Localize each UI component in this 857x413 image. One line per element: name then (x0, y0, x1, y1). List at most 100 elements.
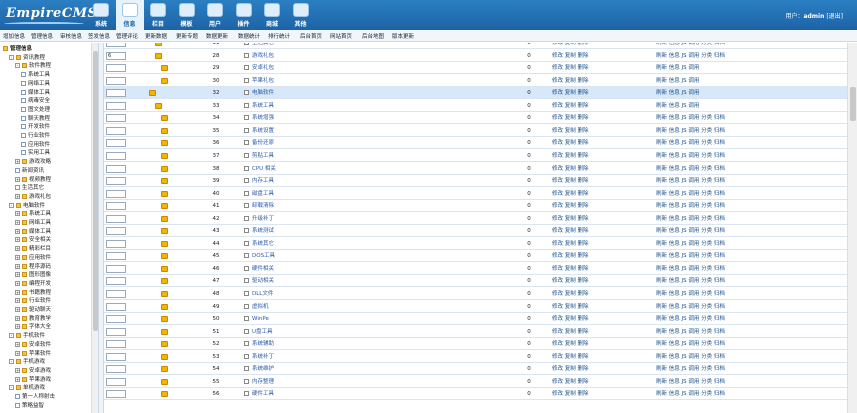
order-input[interactable] (106, 290, 126, 298)
sidebar-scroll-thumb[interactable] (93, 51, 98, 331)
category-name[interactable]: 驱动相关 (252, 275, 274, 287)
subnav-item[interactable]: 更新专题 (176, 32, 198, 40)
table-row[interactable]: 44 系统其它 0 修改 复制 删除 刷新 信息 JS 调用 分类 归档 (104, 238, 847, 250)
edit-actions[interactable]: 修改 复制 删除 (552, 137, 589, 149)
tree-label[interactable]: 单机游戏 (23, 385, 45, 391)
subnav-item[interactable]: 数据更新 (206, 32, 228, 40)
nav-column[interactable]: 栏目 (144, 0, 172, 30)
tree-node[interactable]: - 电脑软件 (9, 202, 45, 210)
expand-toggle-icon[interactable]: - (9, 359, 14, 365)
row-checkbox[interactable] (244, 52, 249, 58)
table-row[interactable]: 32 电脑软件 0 修改 复制 删除 刷新 信息 JS 调用 (104, 87, 847, 100)
tree-label[interactable]: 精彩栏目 (29, 246, 51, 252)
category-name[interactable]: 系统设置 (252, 125, 274, 137)
tree-label[interactable]: 生活其它 (22, 185, 44, 191)
category-name[interactable]: 备份还原 (252, 137, 274, 149)
tree-node[interactable]: + 苹果软件 (15, 350, 51, 358)
category-name[interactable]: 内存整理 (252, 376, 274, 388)
expand-toggle-icon[interactable]: + (15, 211, 20, 217)
tree-label[interactable]: 教育教学 (29, 316, 51, 322)
row-checkbox[interactable] (244, 90, 249, 96)
order-input[interactable] (106, 214, 126, 223)
category-name[interactable]: 系统增强 (252, 112, 274, 124)
refresh-actions[interactable]: 刷新 信息 JS 调用 (656, 100, 699, 112)
category-name[interactable]: 系统其它 (252, 238, 274, 250)
order-input[interactable] (106, 327, 126, 336)
table-row[interactable]: 43 系统测试 0 修改 复制 删除 刷新 信息 JS 调用 分类 归档 (104, 225, 847, 238)
tree-node[interactable]: + 应用软件 (15, 254, 51, 262)
tree-label[interactable]: 应用软件 (29, 255, 51, 261)
edit-actions[interactable]: 修改 复制 删除 (552, 75, 589, 87)
subnav-item[interactable]: 数据统计 (238, 32, 260, 40)
tree-label[interactable]: 手机软件 (23, 333, 45, 339)
expand-toggle-icon[interactable]: + (15, 193, 20, 199)
category-name[interactable]: 剪贴工具 (252, 150, 274, 162)
refresh-actions[interactable]: 刷新 信息 JS 调用 分类 归档 (656, 301, 725, 313)
order-input[interactable] (106, 76, 126, 85)
tree-label[interactable]: 系统工具 (28, 72, 50, 78)
tree-node[interactable]: 新闻资讯 (15, 167, 44, 175)
logout-link[interactable]: [退出] (826, 13, 843, 20)
row-checkbox[interactable] (244, 140, 249, 146)
edit-actions[interactable]: 修改 复制 删除 (552, 376, 589, 388)
tree-label[interactable]: 图形图像 (29, 272, 51, 278)
row-checkbox[interactable] (244, 77, 249, 83)
tree-label[interactable]: 开发软件 (28, 124, 50, 130)
edit-actions[interactable]: 修改 复制 删除 (552, 363, 589, 375)
edit-actions[interactable]: 修改 复制 删除 (552, 263, 589, 275)
expand-toggle-icon[interactable]: + (15, 272, 20, 278)
table-row[interactable]: 36 备份还原 0 修改 复制 删除 刷新 信息 JS 调用 分类 归档 (104, 137, 847, 150)
table-row[interactable]: 31 生活其它 0 修改 复制 删除 刷新 信息 JS 调用 分类 归档 (104, 43, 847, 49)
table-row[interactable]: 53 系统补丁 0 修改 复制 删除 刷新 信息 JS 调用 分类 归档 (104, 351, 847, 363)
row-checkbox[interactable] (244, 391, 249, 397)
tree-label[interactable]: 系统工具 (29, 211, 51, 217)
row-checkbox[interactable] (244, 65, 249, 71)
subnav-item[interactable]: 后台首页 (300, 32, 322, 40)
tree-label[interactable]: 游戏礼包 (29, 194, 51, 200)
tree-label[interactable]: 聊天教程 (28, 116, 50, 122)
table-row[interactable]: 46 硬件相关 0 修改 复制 删除 刷新 信息 JS 调用 分类 归档 (104, 263, 847, 275)
edit-actions[interactable]: 修改 复制 删除 (552, 213, 589, 225)
table-row[interactable]: 47 驱动相关 0 修改 复制 删除 刷新 信息 JS 调用 分类 归档 (104, 275, 847, 288)
subnav-item[interactable]: 更新数据 (145, 32, 167, 40)
tree-node[interactable]: + 安全相关 (15, 236, 51, 244)
tree-node[interactable]: + 安卓软件 (15, 341, 51, 349)
tree-node[interactable]: 网络工具 (21, 80, 50, 88)
tree-node[interactable]: + 驱动聊天 (15, 306, 51, 314)
expand-toggle-icon[interactable]: + (15, 307, 20, 312)
expand-toggle-icon[interactable]: + (15, 263, 20, 269)
row-checkbox[interactable] (244, 328, 249, 334)
row-checkbox[interactable] (244, 102, 249, 108)
refresh-actions[interactable]: 刷新 信息 JS 调用 分类 归档 (656, 326, 725, 338)
tree-label[interactable]: 第一人称射击 (22, 394, 55, 400)
refresh-actions[interactable]: 刷新 信息 JS 调用 分类 归档 (656, 225, 725, 237)
refresh-actions[interactable]: 刷新 信息 JS 调用 分类 归档 (656, 150, 725, 162)
expand-toggle-icon[interactable]: + (15, 350, 20, 356)
row-checkbox[interactable] (244, 353, 249, 359)
table-row[interactable]: 48 DLL文件 0 修改 复制 删除 刷新 信息 JS 调用 分类 归档 (104, 288, 847, 300)
tree-node[interactable]: + 编程开发 (15, 280, 51, 288)
tree-node[interactable]: 行业软件 (21, 132, 50, 140)
table-row[interactable]: 40 磁盘工具 0 修改 复制 删除 刷新 信息 JS 调用 分类 归档 (104, 188, 847, 200)
tree-node[interactable]: + 行业软件 (15, 297, 51, 305)
tree-label[interactable]: 策略益智 (22, 403, 44, 409)
order-input[interactable]: 6 (106, 51, 126, 60)
table-row[interactable]: 29 安卓礼包 0 修改 复制 删除 刷新 信息 JS 调用 (104, 62, 847, 75)
tree-node[interactable]: + 网络工具 (15, 219, 51, 227)
category-name[interactable]: U盘工具 (252, 326, 273, 338)
nav-template[interactable]: 模板 (173, 0, 201, 30)
tree-node[interactable]: 病毒安全 (21, 97, 50, 105)
table-row[interactable]: 56 硬件工具 0 修改 复制 删除 刷新 信息 JS 调用 分类 归档 (104, 388, 847, 401)
tree-node[interactable]: + 安卓游戏 (15, 367, 51, 375)
refresh-actions[interactable]: 刷新 信息 JS 调用 分类 归档 (656, 376, 725, 388)
tree-node[interactable]: - 软件教程 (15, 62, 51, 70)
nav-info[interactable]: 信息 (115, 0, 144, 30)
main-scroll-thumb[interactable] (850, 87, 856, 121)
order-input[interactable] (106, 239, 126, 248)
tree-node[interactable]: + 媒体工具 (15, 228, 51, 236)
tree-node[interactable]: 生活其它 (15, 184, 44, 192)
tree-label[interactable]: 行业软件 (28, 133, 50, 139)
edit-actions[interactable]: 修改 复制 删除 (552, 225, 589, 237)
row-checkbox[interactable] (244, 165, 249, 171)
refresh-actions[interactable]: 刷新 信息 JS 调用 分类 归档 (656, 238, 725, 250)
